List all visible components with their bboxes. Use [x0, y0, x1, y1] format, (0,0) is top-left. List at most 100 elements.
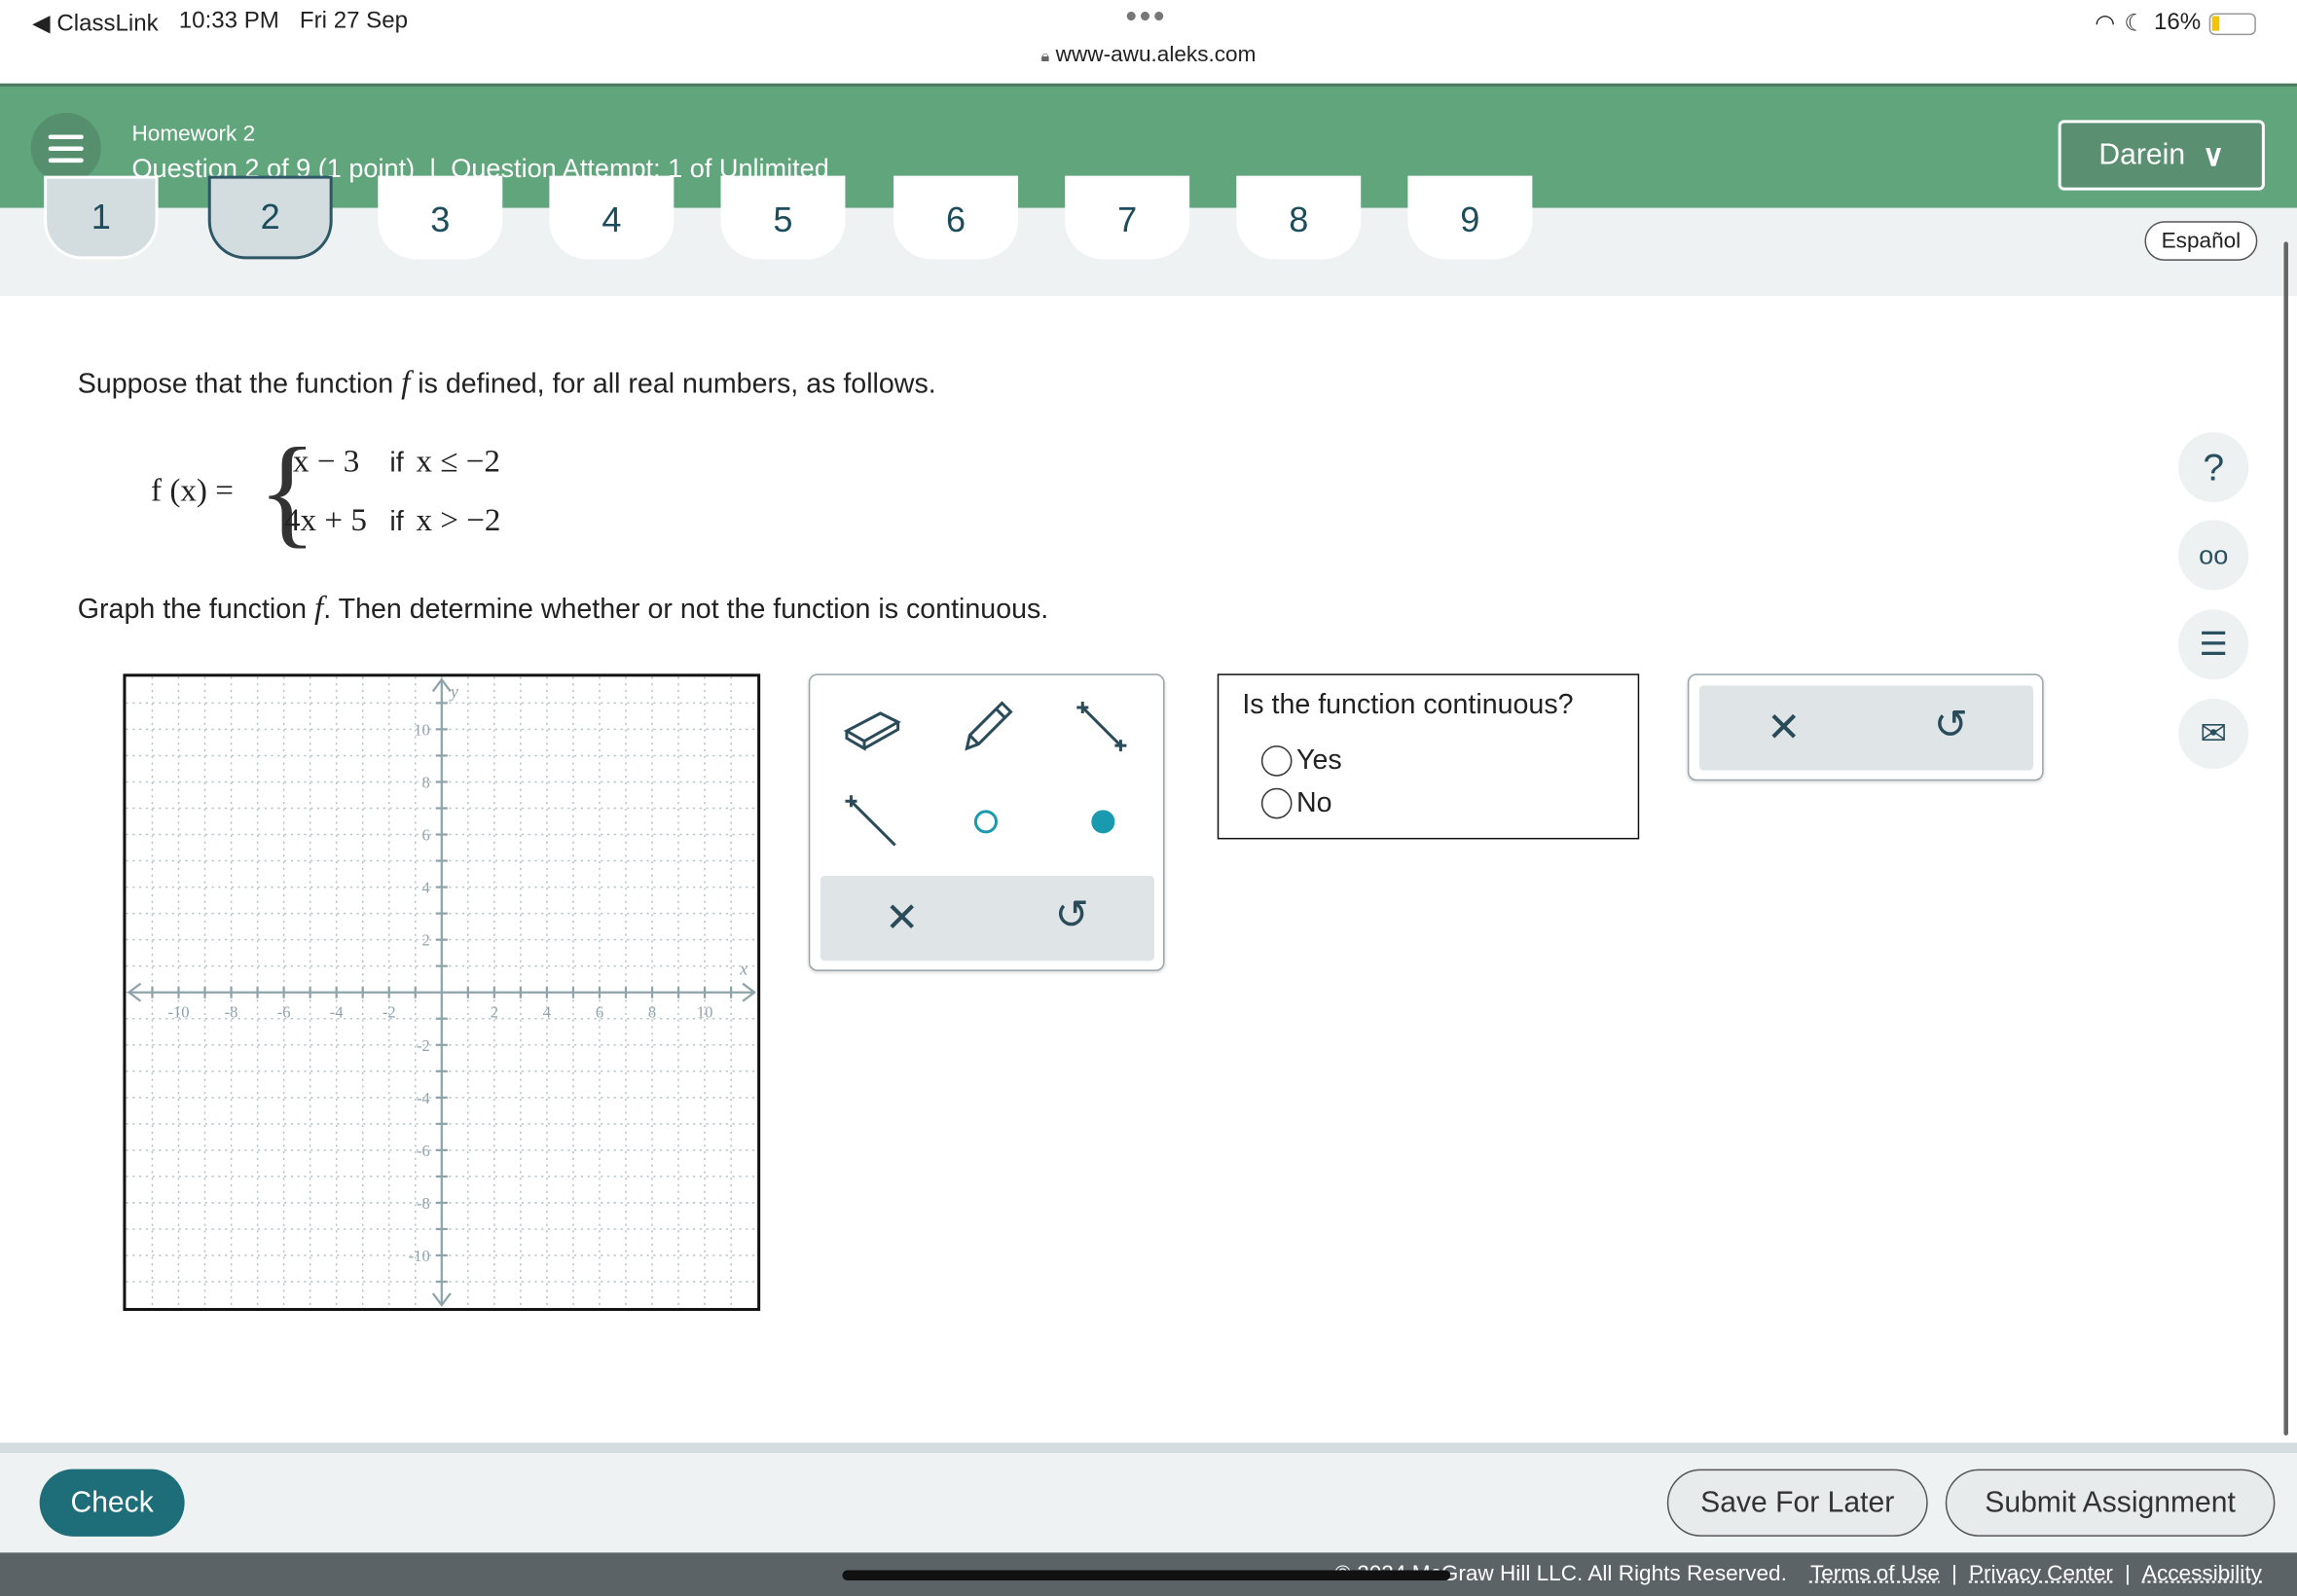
- multitask-dots-icon[interactable]: ●●●: [1125, 3, 1167, 26]
- espanol-button[interactable]: Español: [2144, 221, 2258, 261]
- radio-button[interactable]: [1260, 787, 1293, 819]
- y-axis-label: y: [449, 681, 459, 701]
- menu-button[interactable]: [30, 112, 101, 184]
- undo-answer-icon[interactable]: ↺: [1934, 700, 1968, 748]
- url-bar[interactable]: 🔒︎ www-awu.aleks.com: [0, 43, 2297, 68]
- submit-assignment-button[interactable]: Submit Assignment: [1945, 1469, 2276, 1537]
- tool-actions: ✕ ↺: [820, 876, 1155, 961]
- status-bar: ◀ ClassLink 10:33 PM Fri 27 Sep ●●● 🔒︎ w…: [0, 0, 2297, 84]
- eraser-icon[interactable]: [842, 702, 906, 751]
- question-tab-8[interactable]: 8: [1236, 175, 1362, 260]
- help-icon[interactable]: ?: [2178, 432, 2249, 503]
- footer-divider: [0, 1442, 2297, 1454]
- user-name: Darein: [2098, 138, 2186, 171]
- y-tick-label: -4: [417, 1089, 431, 1107]
- y-tick-label: -2: [417, 1036, 430, 1055]
- url-text: www-awu.aleks.com: [1055, 42, 1257, 68]
- case-condition: x ≤ −2: [416, 442, 500, 480]
- case-if: if: [389, 448, 404, 480]
- sep: |: [2125, 1561, 2131, 1587]
- x-axis-label: x: [739, 960, 747, 979]
- y-tick-label: 10: [414, 720, 430, 739]
- assignment-title: Homework 2: [131, 121, 256, 147]
- privacy-link[interactable]: Privacy Center: [1969, 1561, 2113, 1586]
- problem-instruction: Graph the function f. Then determine whe…: [77, 589, 1049, 626]
- scrollbar[interactable]: [2283, 241, 2288, 1435]
- x-tick-label: -2: [383, 1002, 396, 1021]
- x-tick-label: 10: [697, 1002, 713, 1021]
- glasses-icon[interactable]: oo: [2178, 520, 2249, 591]
- question-tab-1[interactable]: 1: [44, 175, 159, 260]
- question-tab-7[interactable]: 7: [1065, 175, 1190, 260]
- graph-area[interactable]: -10 -10 -8 -8 -6 -6 -4 -4 -2 -2 2 2 4 4 6 6 8 8 10 10 x y: [123, 673, 761, 1312]
- y-tick-label: 8: [421, 773, 429, 791]
- page-footer: © 2024 McGraw Hill LLC. All Rights Reser…: [0, 1552, 2297, 1596]
- y-tick-label: -8: [417, 1194, 430, 1213]
- question-tab-3[interactable]: 3: [378, 175, 503, 260]
- case-if: if: [389, 506, 404, 538]
- continuity-question: Is the function continuous?: [1242, 689, 1574, 721]
- mail-icon[interactable]: ✉: [2178, 698, 2249, 770]
- question-tab-4[interactable]: 4: [549, 175, 675, 260]
- option-label: No: [1296, 786, 1332, 818]
- notes-icon[interactable]: ☰: [2178, 609, 2249, 680]
- back-app-link[interactable]: ◀ ClassLink: [32, 9, 159, 38]
- x-tick-label: -4: [330, 1002, 345, 1021]
- x-tick-label: 6: [596, 1002, 603, 1021]
- x-tick-label: 8: [648, 1002, 656, 1021]
- clear-icon[interactable]: ✕: [885, 893, 919, 942]
- back-app-label: ClassLink: [56, 12, 159, 37]
- case-expression: 4x + 5: [283, 500, 367, 538]
- question-nav: 123456789 Español: [0, 175, 2297, 297]
- question-tab-6[interactable]: 6: [893, 175, 1019, 260]
- x-tick-label: -10: [167, 1002, 189, 1021]
- x-tick-label: -6: [277, 1002, 291, 1021]
- date: Fri 27 Sep: [299, 9, 409, 34]
- wifi-icon: ◠: [2095, 12, 2116, 37]
- option-label: Yes: [1296, 744, 1342, 776]
- graph-tools-panel: ✕ ↺: [808, 673, 1165, 971]
- continuity-question-box: Is the function continuous? Yes No: [1217, 673, 1640, 840]
- home-indicator[interactable]: [842, 1570, 1451, 1581]
- answer-actions-panel: ✕ ↺: [1687, 673, 2044, 781]
- pencil-icon[interactable]: [958, 696, 1016, 754]
- x-tick-label: 2: [491, 1002, 498, 1021]
- sep: |: [1951, 1561, 1957, 1587]
- y-tick-label: 6: [421, 826, 429, 845]
- y-tick-label: -6: [417, 1142, 430, 1160]
- case-condition: x > −2: [416, 500, 501, 538]
- question-tab-2[interactable]: 2: [207, 175, 333, 260]
- battery-icon: [2209, 12, 2257, 35]
- accessibility-link[interactable]: Accessibility: [2142, 1561, 2262, 1586]
- clock: 10:33 PM: [178, 9, 279, 34]
- case-expression: x − 3: [293, 442, 360, 480]
- x-tick-label: 4: [543, 1002, 552, 1021]
- y-tick-label: -10: [409, 1247, 430, 1265]
- y-tick-label: 2: [421, 931, 429, 950]
- terms-link[interactable]: Terms of Use: [1810, 1561, 1940, 1586]
- ray-icon[interactable]: [842, 792, 903, 851]
- problem-intro: Suppose that the function f is defined, …: [77, 363, 936, 400]
- coordinate-grid[interactable]: -10 -10 -8 -8 -6 -6 -4 -4 -2 -2 2 2 4 4 6 6 8 8 10 10 x y: [126, 676, 758, 1309]
- lock-icon: 🔒︎: [1040, 48, 1050, 66]
- undo-icon[interactable]: ↺: [1055, 890, 1089, 939]
- function-lhs: f (x) =: [151, 471, 234, 509]
- save-for-later-button[interactable]: Save For Later: [1666, 1469, 1928, 1537]
- y-tick-label: 4: [421, 879, 430, 897]
- user-menu-button[interactable]: Darein ∨: [2058, 120, 2265, 191]
- action-bar: Check Save For Later Submit Assignment: [0, 1453, 2297, 1553]
- clear-answer-icon[interactable]: ✕: [1767, 703, 1801, 751]
- option-no[interactable]: No: [1260, 782, 1342, 825]
- moon-icon: ☾: [2124, 12, 2145, 37]
- battery-percent: 16%: [2153, 10, 2202, 36]
- question-tab-5[interactable]: 5: [720, 175, 846, 260]
- x-tick-label: -8: [225, 1002, 238, 1021]
- question-tab-9[interactable]: 9: [1407, 175, 1533, 260]
- radio-button[interactable]: [1260, 745, 1293, 777]
- segment-icon[interactable]: [1074, 699, 1132, 757]
- option-yes[interactable]: Yes: [1260, 740, 1342, 782]
- chevron-down-icon: ∨: [2203, 139, 2225, 172]
- open-circle-icon[interactable]: [971, 807, 1001, 836]
- check-button[interactable]: Check: [39, 1469, 185, 1537]
- closed-circle-icon[interactable]: [1088, 807, 1117, 836]
